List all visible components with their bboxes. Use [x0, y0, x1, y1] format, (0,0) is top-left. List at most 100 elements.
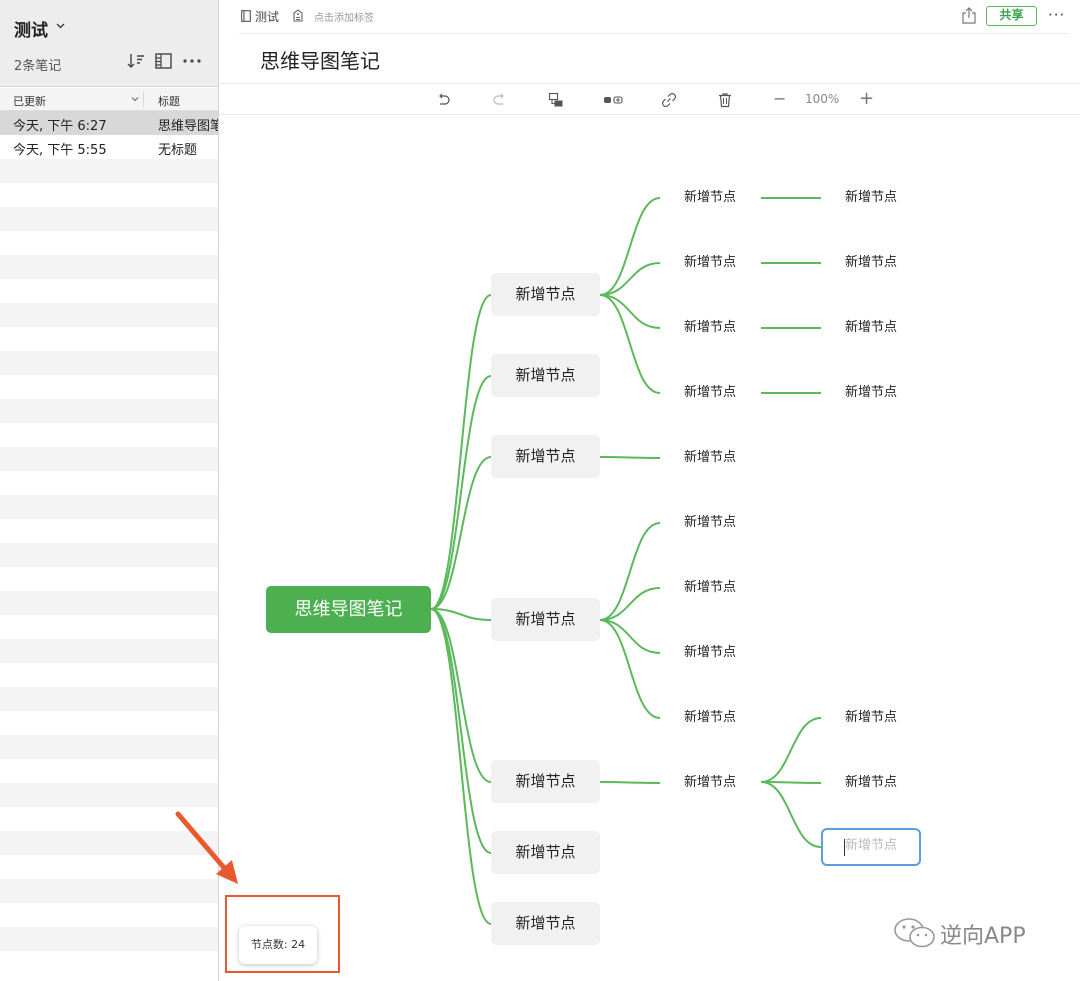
column-updated[interactable]: 已更新 [13, 93, 46, 109]
empty-row [0, 687, 218, 711]
connector-line [430, 375, 492, 610]
empty-row [0, 903, 218, 927]
empty-row [0, 759, 218, 783]
sidebar-header: 测试 2条笔记 [0, 0, 218, 87]
empty-row [0, 399, 218, 423]
chevron-down-icon[interactable] [56, 21, 65, 30]
branch-node[interactable]: 新增节点 [491, 273, 600, 316]
view-toggle-icon[interactable] [154, 52, 174, 70]
empty-row [0, 783, 218, 807]
leaf-node[interactable]: 新增节点 [668, 513, 752, 533]
note-updated: 今天, 下午 5:55 [13, 143, 107, 158]
branch-node[interactable]: 新增节点 [491, 354, 600, 397]
empty-row [0, 159, 218, 183]
root-node[interactable]: 思维导图笔记 [266, 586, 431, 633]
connector-line [599, 619, 661, 654]
empty-row [0, 615, 218, 639]
insert-sibling-node-icon[interactable] [603, 92, 623, 108]
empty-row [0, 927, 218, 951]
leaf-node[interactable]: 新增节点 [668, 773, 752, 793]
connector-line [760, 717, 822, 783]
zoom-out-button[interactable]: − [773, 91, 789, 108]
branch-node[interactable]: 新增节点 [491, 902, 600, 945]
empty-row [0, 663, 218, 687]
note-topbar: 测试 点击添加标签 共享 ··· [219, 0, 1080, 32]
empty-row [0, 951, 218, 975]
leaf-node[interactable]: 新增节点 [829, 708, 913, 728]
leaf-node[interactable]: 新增节点 [668, 383, 752, 403]
note-title-heading[interactable]: 思维导图笔记 [260, 45, 380, 74]
note-title: 思维导图笔记 [158, 119, 218, 134]
connector-line [760, 781, 822, 784]
empty-row [0, 279, 218, 303]
zoom-in-button[interactable]: + [859, 90, 875, 108]
breadcrumb-notebook[interactable]: 测试 [255, 8, 279, 25]
empty-row [0, 375, 218, 399]
connector-line [599, 587, 661, 621]
connector-line [599, 456, 661, 459]
empty-row [0, 207, 218, 231]
column-divider [143, 92, 144, 107]
leaf-node[interactable]: 新增节点 [829, 188, 913, 208]
connector-line [599, 619, 661, 719]
insert-child-node-icon[interactable] [548, 92, 564, 108]
leaf-node[interactable]: 新增节点 [829, 383, 913, 403]
note-count: 2条笔记 [14, 59, 62, 74]
note-row[interactable]: 今天, 下午 5:55 无标题 [0, 135, 218, 159]
branch-node[interactable]: 新增节点 [491, 598, 600, 641]
share-icon[interactable] [961, 7, 977, 24]
connector-line [599, 781, 661, 784]
sort-icon[interactable] [126, 52, 146, 70]
leaf-node[interactable]: 新增节点 [829, 253, 913, 273]
mindmap-connectors [430, 197, 822, 925]
tag-icon[interactable] [293, 9, 303, 22]
empty-row [0, 183, 218, 207]
empty-row [0, 351, 218, 375]
empty-row [0, 519, 218, 543]
delete-icon[interactable] [717, 92, 733, 108]
leaf-node[interactable]: 新增节点 [668, 188, 752, 208]
empty-row [0, 567, 218, 591]
branch-node[interactable]: 新增节点 [491, 760, 600, 803]
column-title[interactable]: 标题 [158, 93, 180, 109]
editing-node-input[interactable]: 新增节点 [821, 828, 921, 866]
empty-row [0, 471, 218, 495]
share-button[interactable]: 共享 [986, 6, 1037, 26]
mindmap-canvas[interactable]: 思维导图笔记 新增节点 新增节点 新增节点 新增节点 新增节点 新增节点 新增节点 新增节点 新增… [219, 116, 1080, 981]
note-list-column-header: 已更新 标题 [0, 88, 218, 111]
leaf-node[interactable]: 新增节点 [668, 318, 752, 338]
leaf-node[interactable]: 新增节点 [829, 318, 913, 338]
leaf-node[interactable]: 新增节点 [668, 578, 752, 598]
empty-row [0, 447, 218, 471]
empty-row [0, 735, 218, 759]
leaf-node[interactable]: 新增节点 [829, 773, 913, 793]
node-count-badge: 节点数: 24 [239, 926, 317, 964]
branch-node[interactable]: 新增节点 [491, 831, 600, 874]
zoom-level: 100% [805, 92, 840, 106]
mindmap-toolbar: − 100% + [219, 83, 1080, 115]
connector-line [599, 294, 661, 329]
note-updated: 今天, 下午 6:27 [13, 119, 107, 134]
add-tag-placeholder[interactable]: 点击添加标签 [314, 9, 374, 24]
branch-node[interactable]: 新增节点 [491, 435, 600, 478]
leaf-node[interactable]: 新增节点 [668, 643, 752, 663]
wechat-icon [894, 918, 935, 948]
more-options-icon[interactable] [182, 52, 202, 70]
leaf-node[interactable]: 新增节点 [668, 448, 752, 468]
empty-row [0, 495, 218, 519]
connector-line [430, 294, 492, 610]
note-row[interactable]: 今天, 下午 6:27 思维导图笔记 [0, 111, 218, 135]
redo-icon[interactable] [492, 92, 508, 108]
leaf-node[interactable]: 新增节点 [668, 708, 752, 728]
empty-row [0, 231, 218, 255]
leaf-node[interactable]: 新增节点 [668, 253, 752, 273]
undo-icon[interactable] [435, 92, 451, 108]
notebook-title[interactable]: 测试 [14, 16, 48, 41]
empty-row [0, 591, 218, 615]
empty-row [0, 255, 218, 279]
empty-row [0, 711, 218, 735]
text-caret [844, 839, 845, 856]
more-menu-button[interactable]: ··· [1048, 6, 1070, 24]
link-icon[interactable] [661, 92, 677, 108]
chevron-down-icon[interactable] [131, 95, 139, 103]
